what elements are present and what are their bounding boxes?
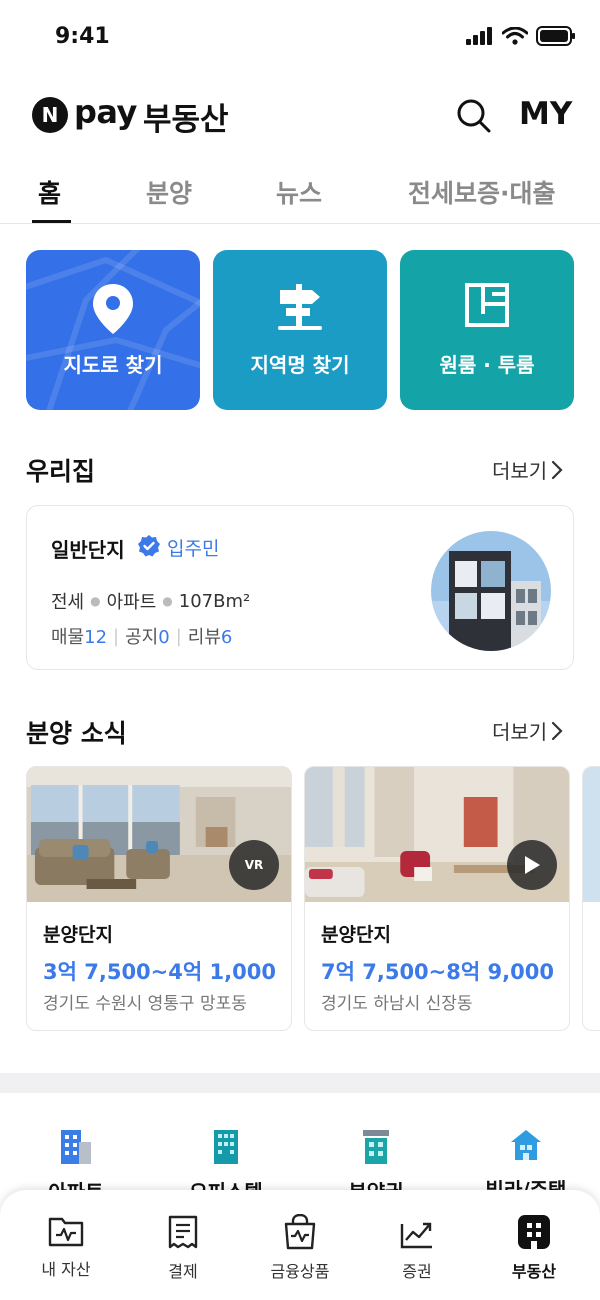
building-photo xyxy=(431,531,551,651)
count-value: 12 xyxy=(84,627,108,648)
tab-bar: 홈 분양 뉴스 전세보증·대출 xyxy=(0,160,600,224)
deal-type: 전세 xyxy=(51,592,85,613)
more-label: 더보기 xyxy=(492,720,548,744)
presale-price: 7억 7,500~8억 9,000 xyxy=(321,960,554,984)
count-value: 6 xyxy=(220,627,233,648)
presale-address: 경기도 수원시 영통구 망포동 xyxy=(43,994,247,1014)
presale-address: 경기도 하남시 신장동 xyxy=(321,994,473,1014)
presale-card[interactable]: 분양단지 7억 7,500~8억 9,000 경기도 하남시 신장동 xyxy=(304,766,570,1031)
presale-name: 분양단지 xyxy=(321,924,391,946)
notice-count[interactable]: 공지0 xyxy=(125,623,170,649)
review-count[interactable]: 리뷰6 xyxy=(188,623,233,649)
chevron-right-icon xyxy=(552,721,563,740)
home-section-title: 우리집 xyxy=(26,457,96,486)
vr-icon: VR xyxy=(244,858,264,872)
nav-label: 부동산 xyxy=(511,1262,557,1281)
stock-chart-icon xyxy=(400,1222,432,1249)
dot-separator: ● xyxy=(90,594,101,608)
nav-securities[interactable]: 증권 xyxy=(367,1214,467,1282)
search-button[interactable] xyxy=(454,96,494,136)
floorplan-icon xyxy=(465,283,509,327)
unit-size: 107Bm² xyxy=(178,590,251,612)
house-icon xyxy=(511,1130,541,1160)
find-by-region-tile[interactable]: 지역명 찾기 xyxy=(213,250,387,410)
logo-pay-text: pay xyxy=(74,93,137,131)
presale-more-link[interactable]: 더보기 xyxy=(492,716,563,745)
tile-label: 지도로 찾기 xyxy=(63,353,163,377)
asset-folder-icon xyxy=(48,1217,84,1247)
bar-separator: | xyxy=(175,625,182,647)
vr-view-button[interactable]: VR xyxy=(229,840,279,890)
home-spec: 전세 ● 아파트 ● 107Bm² xyxy=(51,588,250,614)
nav-label: 증권 xyxy=(402,1262,432,1281)
video-play-button[interactable] xyxy=(507,840,557,890)
signpost-icon xyxy=(278,284,322,330)
property-type: 아파트 xyxy=(106,592,157,613)
section-divider xyxy=(0,1073,600,1093)
nav-label: 금융상품 xyxy=(270,1262,330,1281)
presale-card-peek[interactable] xyxy=(582,766,600,1031)
apartment-icon xyxy=(61,1130,91,1164)
count-label: 리뷰 xyxy=(187,627,221,648)
battery-icon xyxy=(536,26,575,46)
presale-right-icon xyxy=(363,1130,389,1164)
presale-card[interactable]: VR 분양단지 3억 7,500~4억 1,000 경기도 수원시 영통구 망포… xyxy=(26,766,292,1031)
listing-count[interactable]: 매물12 xyxy=(51,623,107,649)
home-counts: 매물12 | 공지0 | 리뷰6 xyxy=(51,623,232,649)
nav-real-estate[interactable]: 부동산 xyxy=(484,1214,584,1282)
status-icons xyxy=(466,26,576,46)
real-estate-icon xyxy=(518,1215,550,1249)
tab-home[interactable]: 홈 xyxy=(38,174,61,210)
bar-separator: | xyxy=(113,625,120,647)
more-label: 더보기 xyxy=(492,459,548,483)
resident-label: 입주민 xyxy=(167,538,220,560)
nav-financial-products[interactable]: 금융상품 xyxy=(250,1214,350,1282)
count-value: 0 xyxy=(158,627,170,648)
complex-name: 일반단지 xyxy=(51,538,125,562)
search-icon xyxy=(457,99,491,133)
presale-section-title: 분양 소식 xyxy=(26,719,127,748)
tab-presale[interactable]: 분양 xyxy=(146,174,192,210)
home-more-link[interactable]: 더보기 xyxy=(492,455,563,484)
verified-badge-icon xyxy=(138,535,160,557)
dot-separator: ● xyxy=(162,594,173,608)
nav-label: 내 자산 xyxy=(41,1260,91,1279)
nav-payment[interactable]: 결제 xyxy=(133,1214,233,1282)
one-two-room-tile[interactable]: 원룸 · 투룸 xyxy=(400,250,574,410)
bottom-nav: 내 자산 결제 금융상품 증권 부동산 xyxy=(0,1190,600,1300)
my-home-card[interactable]: 일반단지 입주민 전세 ● 아파트 ● 107Bm² 매물12 | 공지0 | … xyxy=(26,505,574,670)
chevron-right-icon xyxy=(552,460,563,479)
count-label: 공지 xyxy=(125,627,159,648)
page-title: 부동산 xyxy=(143,102,229,138)
finance-bag-icon xyxy=(284,1214,316,1250)
naver-logo-icon: N xyxy=(32,97,68,133)
my-button[interactable]: MY xyxy=(519,96,572,132)
tab-news[interactable]: 뉴스 xyxy=(276,174,322,210)
map-pin-icon xyxy=(93,284,133,334)
signal-icon xyxy=(466,27,492,45)
nav-my-assets[interactable]: 내 자산 xyxy=(16,1214,116,1280)
tile-label: 원룸 · 투룸 xyxy=(439,353,535,377)
play-icon xyxy=(525,856,540,874)
receipt-icon xyxy=(168,1215,198,1249)
officetel-icon xyxy=(214,1130,238,1164)
tile-label: 지역명 찾기 xyxy=(250,353,350,377)
find-by-map-tile[interactable]: 지도로 찾기 xyxy=(26,250,200,410)
presale-price: 3억 7,500~4억 1,000 xyxy=(43,960,276,984)
tab-jeonse-loan[interactable]: 전세보증·대출 xyxy=(408,174,556,210)
wifi-icon xyxy=(502,27,528,45)
active-tab-indicator xyxy=(32,220,71,223)
count-label: 매물 xyxy=(51,627,85,648)
nav-label: 결제 xyxy=(168,1262,198,1281)
status-time: 9:41 xyxy=(55,24,110,49)
presale-name: 분양단지 xyxy=(43,924,113,946)
